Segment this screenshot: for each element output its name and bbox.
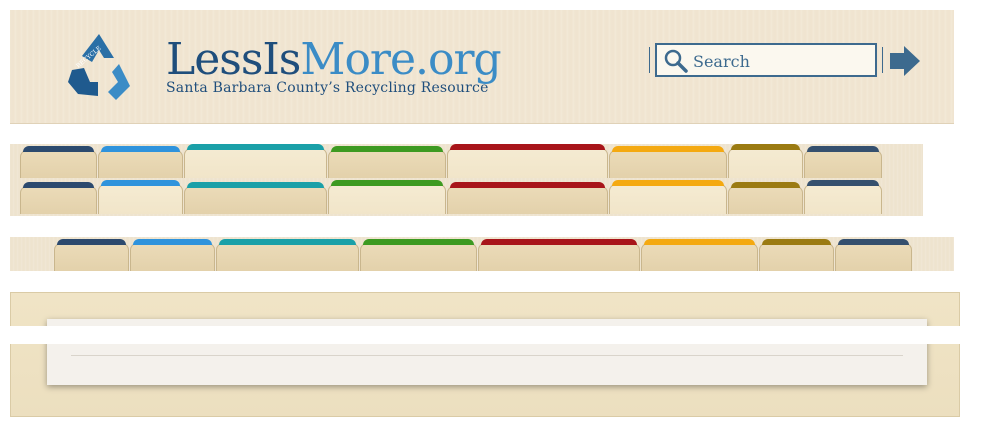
tab-band (331, 180, 443, 186)
brand-part-is: Is (262, 34, 301, 85)
tab-band (450, 144, 605, 150)
tab-6-alt[interactable] (609, 180, 727, 214)
tab-band (762, 239, 831, 245)
tab-5[interactable] (447, 144, 608, 178)
site-tagline: Santa Barbara County’s Recycling Resourc… (166, 80, 489, 96)
tab-band (612, 180, 724, 186)
tab-7-alt[interactable] (728, 182, 803, 214)
brand-part-more: More.org (300, 34, 501, 85)
tab-3[interactable] (184, 144, 327, 178)
brand-part-less: Less (166, 34, 263, 85)
search-box[interactable] (649, 43, 883, 77)
search-icon (664, 49, 688, 73)
search-input[interactable] (693, 49, 868, 73)
tab-band (187, 182, 324, 188)
tab-band (57, 239, 126, 245)
tab-row3-5[interactable] (478, 239, 640, 271)
tab-3-alt[interactable] (184, 182, 327, 214)
tab-band (133, 239, 212, 245)
tab-row3-6[interactable] (641, 239, 758, 271)
tab-band (612, 146, 724, 152)
tab-8-alt[interactable] (804, 180, 882, 214)
tab-band (101, 180, 180, 186)
tab-5-alt[interactable] (447, 182, 608, 214)
tab-band (363, 239, 474, 245)
tab-band (644, 239, 755, 245)
tab-strip-primary (10, 144, 923, 216)
content-panel (10, 292, 960, 417)
search-go-arrow-icon[interactable] (888, 44, 922, 78)
tab-band (23, 146, 94, 152)
paper-rule-line (71, 355, 903, 356)
tab-row3-7[interactable] (759, 239, 834, 271)
tab-6[interactable] (609, 146, 727, 178)
tab-band (838, 239, 909, 245)
tab-band (731, 144, 800, 150)
tab-band (807, 146, 879, 152)
tab-band (331, 146, 443, 152)
tab-2-alt[interactable] (98, 180, 183, 214)
tab-8[interactable] (804, 146, 882, 178)
tab-band (807, 180, 879, 186)
tab-band (481, 239, 637, 245)
tab-row3-2[interactable] (130, 239, 215, 271)
tab-row3-8[interactable] (835, 239, 912, 271)
tab-1[interactable] (20, 146, 97, 178)
tab-7[interactable] (728, 144, 803, 178)
search-area (649, 43, 920, 77)
tab-band (23, 182, 94, 188)
panel-gap (0, 326, 992, 344)
tab-band (731, 182, 800, 188)
tab-4-alt[interactable] (328, 180, 446, 214)
site-title[interactable]: LessIsMore.org (166, 34, 502, 85)
tab-row3-4[interactable] (360, 239, 477, 271)
tab-band (101, 146, 180, 152)
tab-band (219, 239, 356, 245)
tab-row3-3[interactable] (216, 239, 359, 271)
recycle-logo-icon[interactable]: RECYCLE (64, 30, 134, 110)
site-header: RECYCLE LessIsMore.org Santa Barbara Cou… (10, 10, 954, 124)
tab-band (187, 144, 324, 150)
tab-row3-1[interactable] (54, 239, 129, 271)
tab-1-alt[interactable] (20, 182, 97, 214)
tab-2[interactable] (98, 146, 183, 178)
tab-4[interactable] (328, 146, 446, 178)
tab-band (450, 182, 605, 188)
tab-strip-secondary (10, 237, 954, 271)
